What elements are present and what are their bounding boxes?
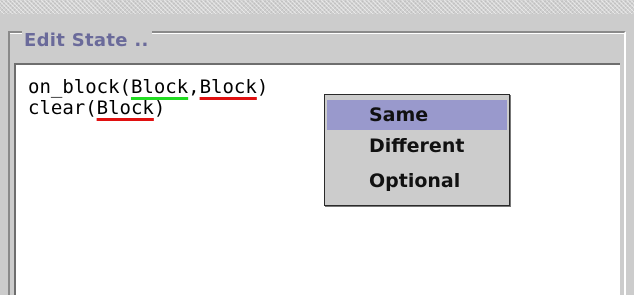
code-line-clear: clear(Block) [28,97,165,119]
group-title: Edit State .. [22,30,152,52]
binding-popup-menu: Same Different Optional [324,94,510,206]
argument-token-block-1[interactable]: Block [131,76,188,98]
predicate-on-block: on_block( [28,76,131,98]
predicate-clear: clear( [28,97,97,119]
state-editor[interactable]: on_block(Block,Block) clear(Block) [14,63,620,295]
closing-paren: ) [256,76,269,98]
argument-separator: , [188,76,200,98]
closing-paren: ) [153,97,166,119]
menu-item-different[interactable]: Different [327,131,507,161]
menu-item-optional[interactable]: Optional [327,166,507,196]
argument-token-block-2[interactable]: Block [200,76,257,98]
argument-token-block-3[interactable]: Block [97,97,154,119]
menu-item-same[interactable]: Same [327,100,507,130]
code-line-on-block: on_block(Block,Block) [28,76,268,98]
